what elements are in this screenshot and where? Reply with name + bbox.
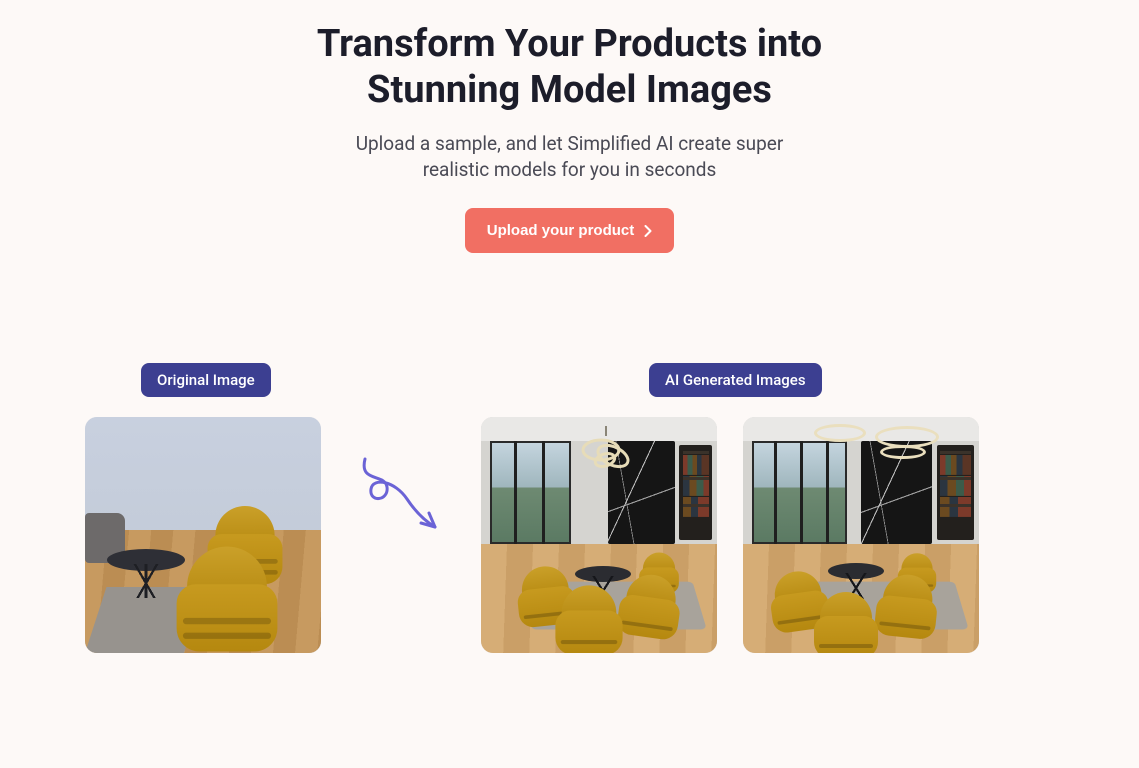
original-image bbox=[85, 417, 321, 653]
page-title: Transform Your Products into Stunning Mo… bbox=[260, 22, 880, 113]
upload-product-button[interactable]: Upload your product bbox=[465, 208, 675, 253]
comparison-gallery: Original Image AI Generated Images bbox=[0, 363, 1139, 653]
transform-arrow-icon bbox=[355, 453, 447, 545]
generated-image-2 bbox=[743, 417, 979, 653]
page-subtitle: Upload a sample, and let Simplified AI c… bbox=[340, 131, 800, 182]
original-image-badge: Original Image bbox=[141, 363, 271, 397]
generated-image-1 bbox=[481, 417, 717, 653]
chevron-right-icon bbox=[644, 225, 652, 237]
generated-images-badge: AI Generated Images bbox=[649, 363, 822, 397]
upload-product-label: Upload your product bbox=[487, 222, 635, 239]
